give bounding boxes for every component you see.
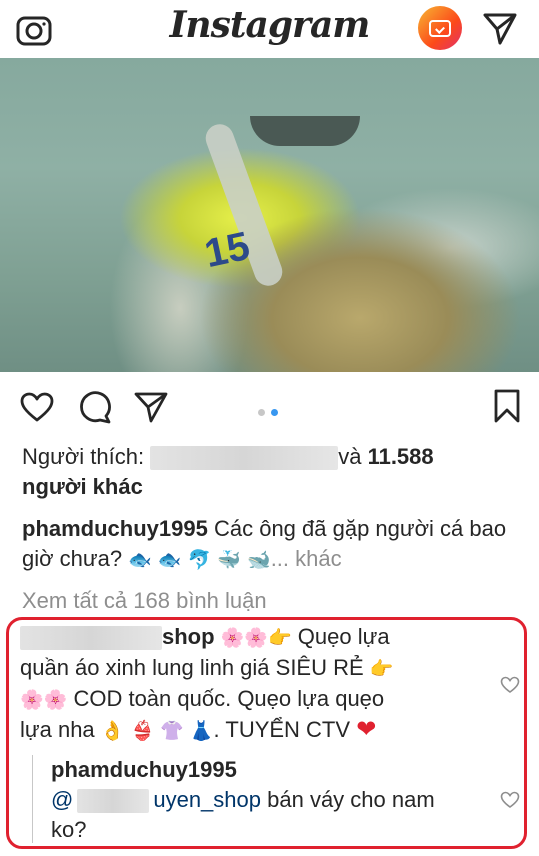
reply-mention-at[interactable]: @ <box>51 787 73 812</box>
carousel-dots <box>258 403 284 421</box>
post-caption: phamduchuy1995 Các ông đã gặp người cá b… <box>22 514 522 575</box>
caption-more-link[interactable]: ... khác <box>271 546 342 571</box>
view-all-comments-link[interactable]: Xem tất cả 168 bình luận <box>22 586 522 616</box>
carousel-dot-active <box>271 409 278 416</box>
post-photo[interactable]: 15 <box>0 58 539 372</box>
likes-count: 11.588 <box>367 444 434 469</box>
comment-emojis: 👉 <box>369 658 394 680</box>
blurred-username <box>20 626 162 651</box>
comment-text: lựa nha <box>20 717 95 742</box>
comment-text: COD toàn quốc. Quẹo lựa quẹo <box>73 686 385 711</box>
red-heart-emoji: ❤ <box>356 716 377 743</box>
comment-text: quần áo xinh lung linh giá SIÊU RẺ <box>20 655 364 680</box>
comment-icon[interactable] <box>78 390 112 424</box>
direct-message-icon[interactable] <box>482 10 518 46</box>
reply-text: bán váy cho nam <box>267 787 435 812</box>
comment-like-heart-icon[interactable] <box>500 676 520 694</box>
reply-mention[interactable]: uyen_shop <box>153 787 261 812</box>
reply-text-2: ko? <box>51 817 87 842</box>
reply-username[interactable]: phamduchuy1995 <box>51 757 237 782</box>
likes-middle: và <box>338 444 368 469</box>
top-bar: Instagram <box>0 0 539 58</box>
likes-prefix: Người thích: <box>22 444 151 469</box>
comment-reply: phamduchuy1995 @ uyen_shop bán váy cho na… <box>32 755 492 843</box>
caption-emojis: 🐟 🐟 🐬 🐳 🐋 <box>128 549 271 571</box>
likes-suffix: người khác <box>22 474 143 499</box>
share-icon[interactable] <box>134 390 168 424</box>
caption-username[interactable]: phamduchuy1995 <box>22 516 208 541</box>
comment-emojis: 🌸🌸 <box>20 689 68 711</box>
comment-emojis: 🌸🌸👉 <box>220 627 292 649</box>
comment-shop: shop 🌸🌸👉 Quẹo lựa quần áo xinh lung linh… <box>20 622 482 746</box>
igtv-icon[interactable] <box>418 6 462 50</box>
blurred-username <box>77 789 150 814</box>
bookmark-icon[interactable] <box>494 389 520 423</box>
comment-emojis: 👌 👙 👚 👗 <box>100 720 214 742</box>
like-heart-icon[interactable] <box>20 392 54 422</box>
reply-like-heart-icon[interactable] <box>500 791 520 809</box>
blurred-username <box>150 446 339 471</box>
comment-text: . TUYỂN CTV <box>213 717 351 742</box>
likes-text[interactable]: Người thích: và 11.588 người khác <box>22 442 522 502</box>
carousel-dot <box>258 409 265 416</box>
comment-username-suffix[interactable]: shop <box>162 624 215 649</box>
comment-text: Quẹo lựa <box>297 624 390 649</box>
